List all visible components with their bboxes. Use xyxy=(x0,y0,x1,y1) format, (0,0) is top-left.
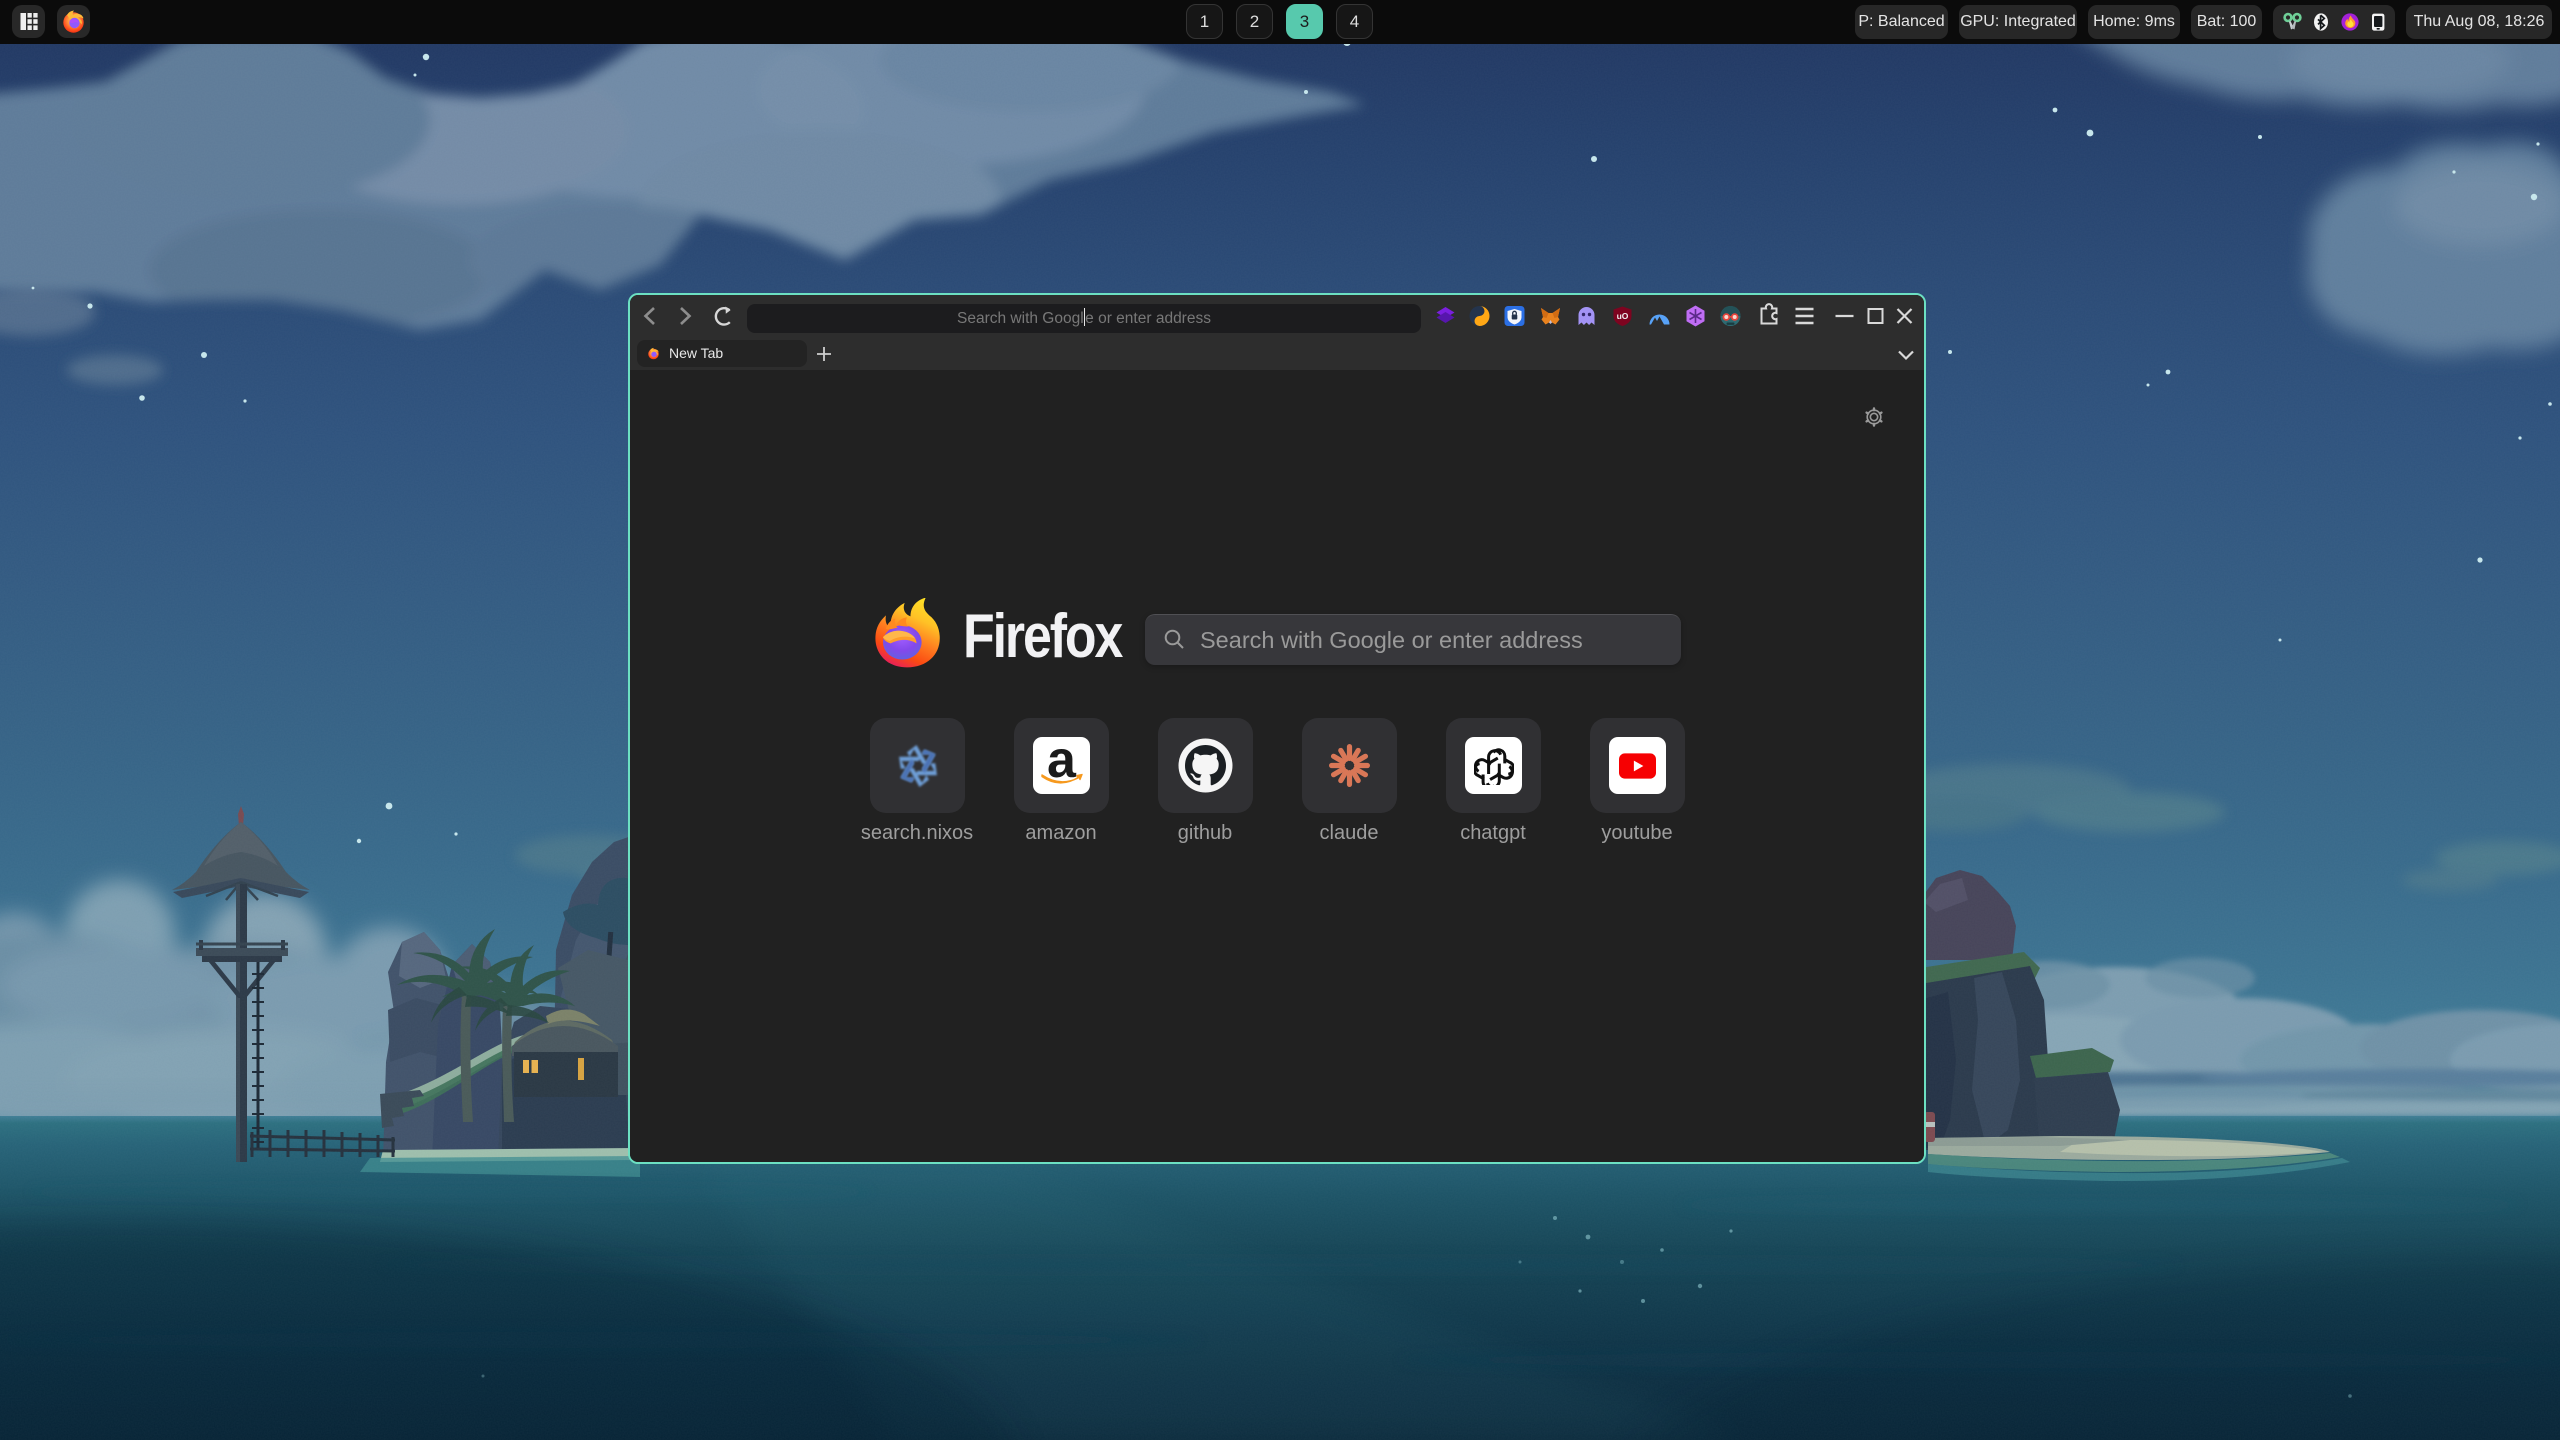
svg-text:uO: uO xyxy=(1617,311,1629,321)
